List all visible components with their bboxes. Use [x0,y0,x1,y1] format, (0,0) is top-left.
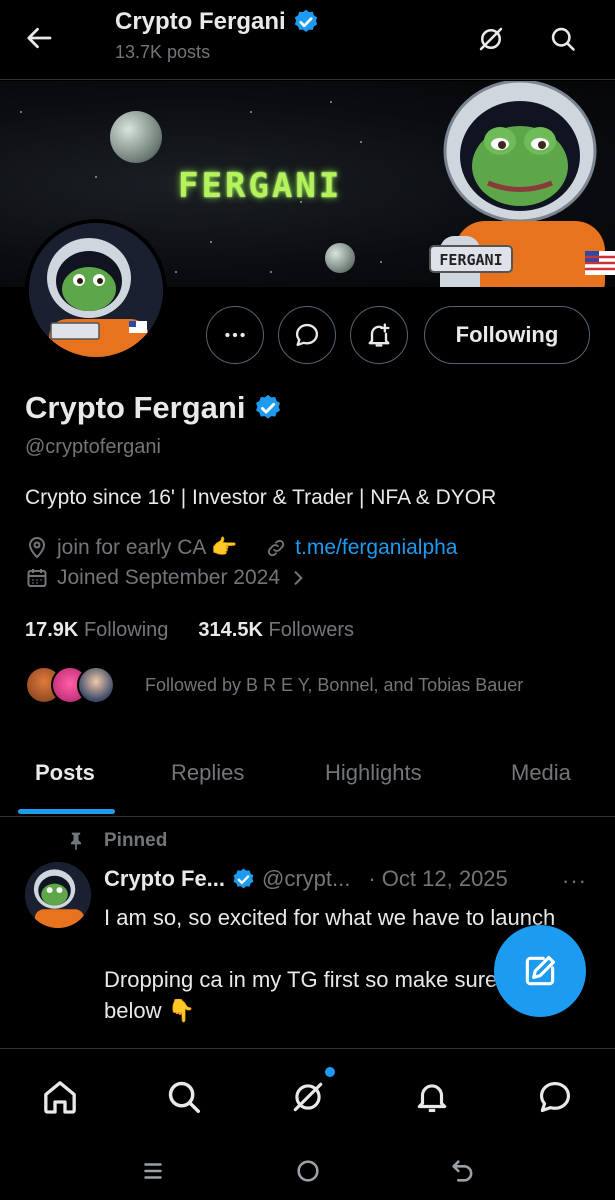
pin-icon [71,832,81,851]
post-author-name[interactable]: Crypto Fe... [104,866,225,892]
post-author-avatar[interactable] [25,862,91,928]
system-recents-button[interactable] [133,1154,173,1188]
profile-avatar[interactable] [25,219,167,361]
avatar [25,862,91,928]
system-navigation-bar [0,1142,615,1200]
profile-link[interactable]: t.me/ferganialpha [295,536,457,560]
post-more-button[interactable]: ··· [562,868,587,894]
nav-home[interactable] [38,1075,82,1119]
system-home-button[interactable] [288,1154,328,1188]
home-icon [44,1081,76,1114]
tab-media[interactable]: Media [511,760,571,786]
recents-icon [144,1163,162,1179]
profile-tabs: Posts Replies Highlights Media [0,742,615,817]
post-author-handle[interactable]: @crypt... [262,866,350,892]
verified-badge-icon [233,868,254,888]
profile-location: join for early CA 👉 [57,536,238,559]
more-options-button[interactable] [206,306,264,364]
nav-messages[interactable] [533,1075,577,1119]
pinned-indicator: Pinned [66,830,167,852]
link-icon [268,539,285,557]
moon-decoration [325,243,355,273]
active-tab-indicator [18,809,115,814]
header-posts-count: 13.7K posts [115,42,211,62]
profile-joined-row[interactable]: Joined September 2024 [25,566,308,590]
nav-search[interactable] [162,1075,206,1119]
bottom-navigation [0,1048,615,1142]
tab-replies[interactable]: Replies [171,760,244,786]
header-title-group: Crypto Fergani 13.7K posts [115,8,320,63]
profile-name-text: Crypto Fergani [25,390,246,425]
followed-by-row[interactable]: Followed by B R E Y, Bonnel, and Tobias … [25,666,523,704]
back-icon [452,1160,473,1182]
following-button[interactable]: Following [424,306,590,364]
search-icon [168,1081,200,1113]
arrow-left-icon [27,27,52,49]
grok-icon [479,27,503,51]
compose-button[interactable] [494,925,586,1017]
avatar-illustration [29,223,163,357]
moon-decoration [110,111,162,163]
astronaut-frog-illustration: FERGANI [429,81,615,287]
followers-count-link[interactable]: 314.5K Followers [198,619,354,642]
home-circle-icon [297,1160,319,1182]
followers-count: 314.5K [198,619,263,641]
banner-badge-text: FERGANI [439,251,502,269]
nav-notification-dot [325,1067,335,1077]
more-icon [225,332,245,338]
verified-badge-icon [294,9,317,32]
bell-icon [417,1084,447,1113]
message-button[interactable] [278,306,336,364]
chevron-right-icon [294,571,303,585]
location-icon [28,537,46,559]
avatar [77,666,115,704]
header-title: Crypto Fergani [115,8,320,36]
follow-counts: 17.9K Following 314.5K Followers [25,619,354,642]
notifications-button[interactable] [350,306,408,364]
post-date[interactable]: · Oct 12, 2025 [368,866,507,892]
pinned-label: Pinned [104,830,168,851]
followed-by-text: Followed by B R E Y, Bonnel, and Tobias … [145,674,524,695]
search-icon [551,27,575,51]
banner-logo-text: FERGANI [178,166,343,206]
back-button[interactable] [20,18,60,58]
profile-name: Crypto Fergani [25,390,283,426]
search-button[interactable] [542,18,584,60]
chat-icon [539,1081,571,1113]
compose-icon [525,955,556,986]
followers-label: Followers [268,619,355,641]
notification-add-icon [368,323,390,347]
following-count: 17.9K [25,619,79,641]
grok-icon [293,1082,323,1112]
tab-posts[interactable]: Posts [35,760,95,786]
header-title-text: Crypto Fergani [115,8,286,35]
profile-meta-row: join for early CA 👉 t.me/ferganialpha [25,536,458,560]
nav-grok[interactable] [286,1075,330,1119]
top-bar: Crypto Fergani 13.7K posts [0,0,615,80]
system-back-button[interactable] [443,1154,483,1188]
verified-badge-icon[interactable] [253,393,283,423]
profile-bio: Crypto since 16' | Investor & Trader | N… [25,486,497,509]
profile-joined: Joined September 2024 [57,566,280,589]
following-label: Following [83,619,169,641]
profile-handle: @cryptofergani [25,436,161,458]
post-header: Crypto Fe... @crypt... · Oct 12, 2025 [104,866,508,892]
message-icon [295,323,319,347]
avatar [29,223,163,357]
following-count-link[interactable]: 17.9K Following [25,619,168,642]
nav-notifications[interactable] [410,1075,454,1119]
tab-highlights[interactable]: Highlights [325,760,422,786]
grok-button[interactable] [470,18,512,60]
calendar-icon [27,569,47,587]
